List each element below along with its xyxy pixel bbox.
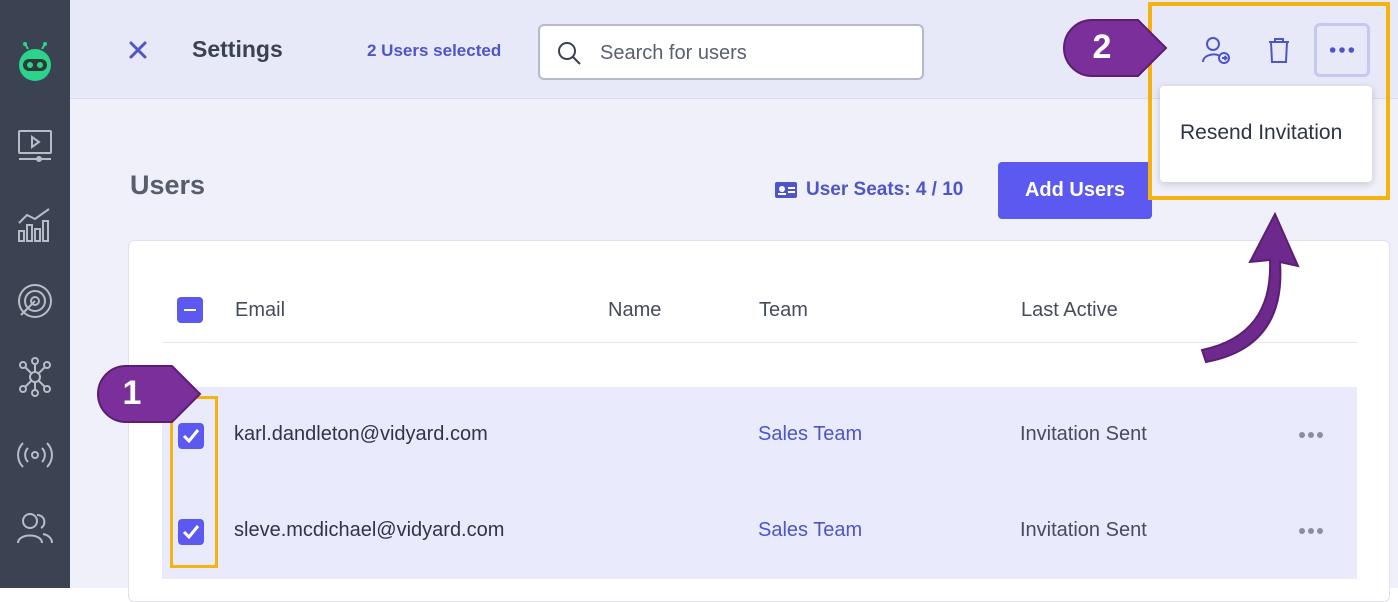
step-1-label: 1: [122, 374, 142, 412]
video-library-icon[interactable]: [8, 118, 62, 172]
divider: [162, 342, 1357, 343]
seats-label: User Seats: 4 / 10: [806, 179, 964, 200]
selected-count: 2 Users selected: [367, 41, 502, 60]
column-header-team[interactable]: Team: [759, 299, 808, 322]
row-more-icon[interactable]: [1297, 521, 1325, 541]
user-team-link[interactable]: Sales Team: [758, 423, 862, 446]
user-team-link[interactable]: Sales Team: [758, 519, 862, 542]
curved-arrow-icon: [1200, 211, 1300, 364]
close-icon[interactable]: [126, 38, 150, 62]
vidyard-logo-icon[interactable]: [8, 34, 62, 88]
analytics-icon[interactable]: [8, 198, 62, 252]
highlight-box-actions: [1148, 2, 1390, 200]
last-active-status: Invitation Sent: [1020, 519, 1147, 541]
step-2-label: 2: [1092, 28, 1112, 66]
section-title: Users: [130, 170, 206, 200]
search-box: [538, 24, 924, 80]
team-icon[interactable]: [8, 500, 62, 554]
integrations-icon[interactable]: [8, 350, 62, 404]
user-email: sleve.mcdichael@vidyard.com: [234, 519, 505, 541]
last-active-status: Invitation Sent: [1020, 423, 1147, 445]
column-header-email[interactable]: Email: [235, 299, 285, 322]
add-users-button[interactable]: Add Users: [998, 162, 1152, 219]
page-title: Settings: [192, 36, 283, 62]
id-card-icon: [775, 182, 797, 198]
broadcast-icon[interactable]: [8, 428, 62, 482]
target-icon[interactable]: [8, 274, 62, 328]
sidebar: [0, 0, 70, 588]
user-email: karl.dandleton@vidyard.com: [234, 423, 488, 445]
search-input[interactable]: [598, 36, 902, 70]
step-1-callout: 1: [96, 364, 204, 424]
select-all-checkbox[interactable]: [177, 297, 203, 323]
step-2-callout: 2: [1062, 18, 1170, 78]
column-header-last-active[interactable]: Last Active: [1021, 299, 1118, 322]
table-row[interactable]: karl.dandleton@vidyard.com Sales Team In…: [162, 387, 1357, 483]
search-icon: [558, 42, 581, 65]
table-row[interactable]: sleve.mcdichael@vidyard.com Sales Team I…: [162, 483, 1357, 579]
user-seats: User Seats: 4 / 10: [774, 179, 963, 201]
row-more-icon[interactable]: [1297, 425, 1325, 445]
column-header-name[interactable]: Name: [608, 299, 661, 322]
